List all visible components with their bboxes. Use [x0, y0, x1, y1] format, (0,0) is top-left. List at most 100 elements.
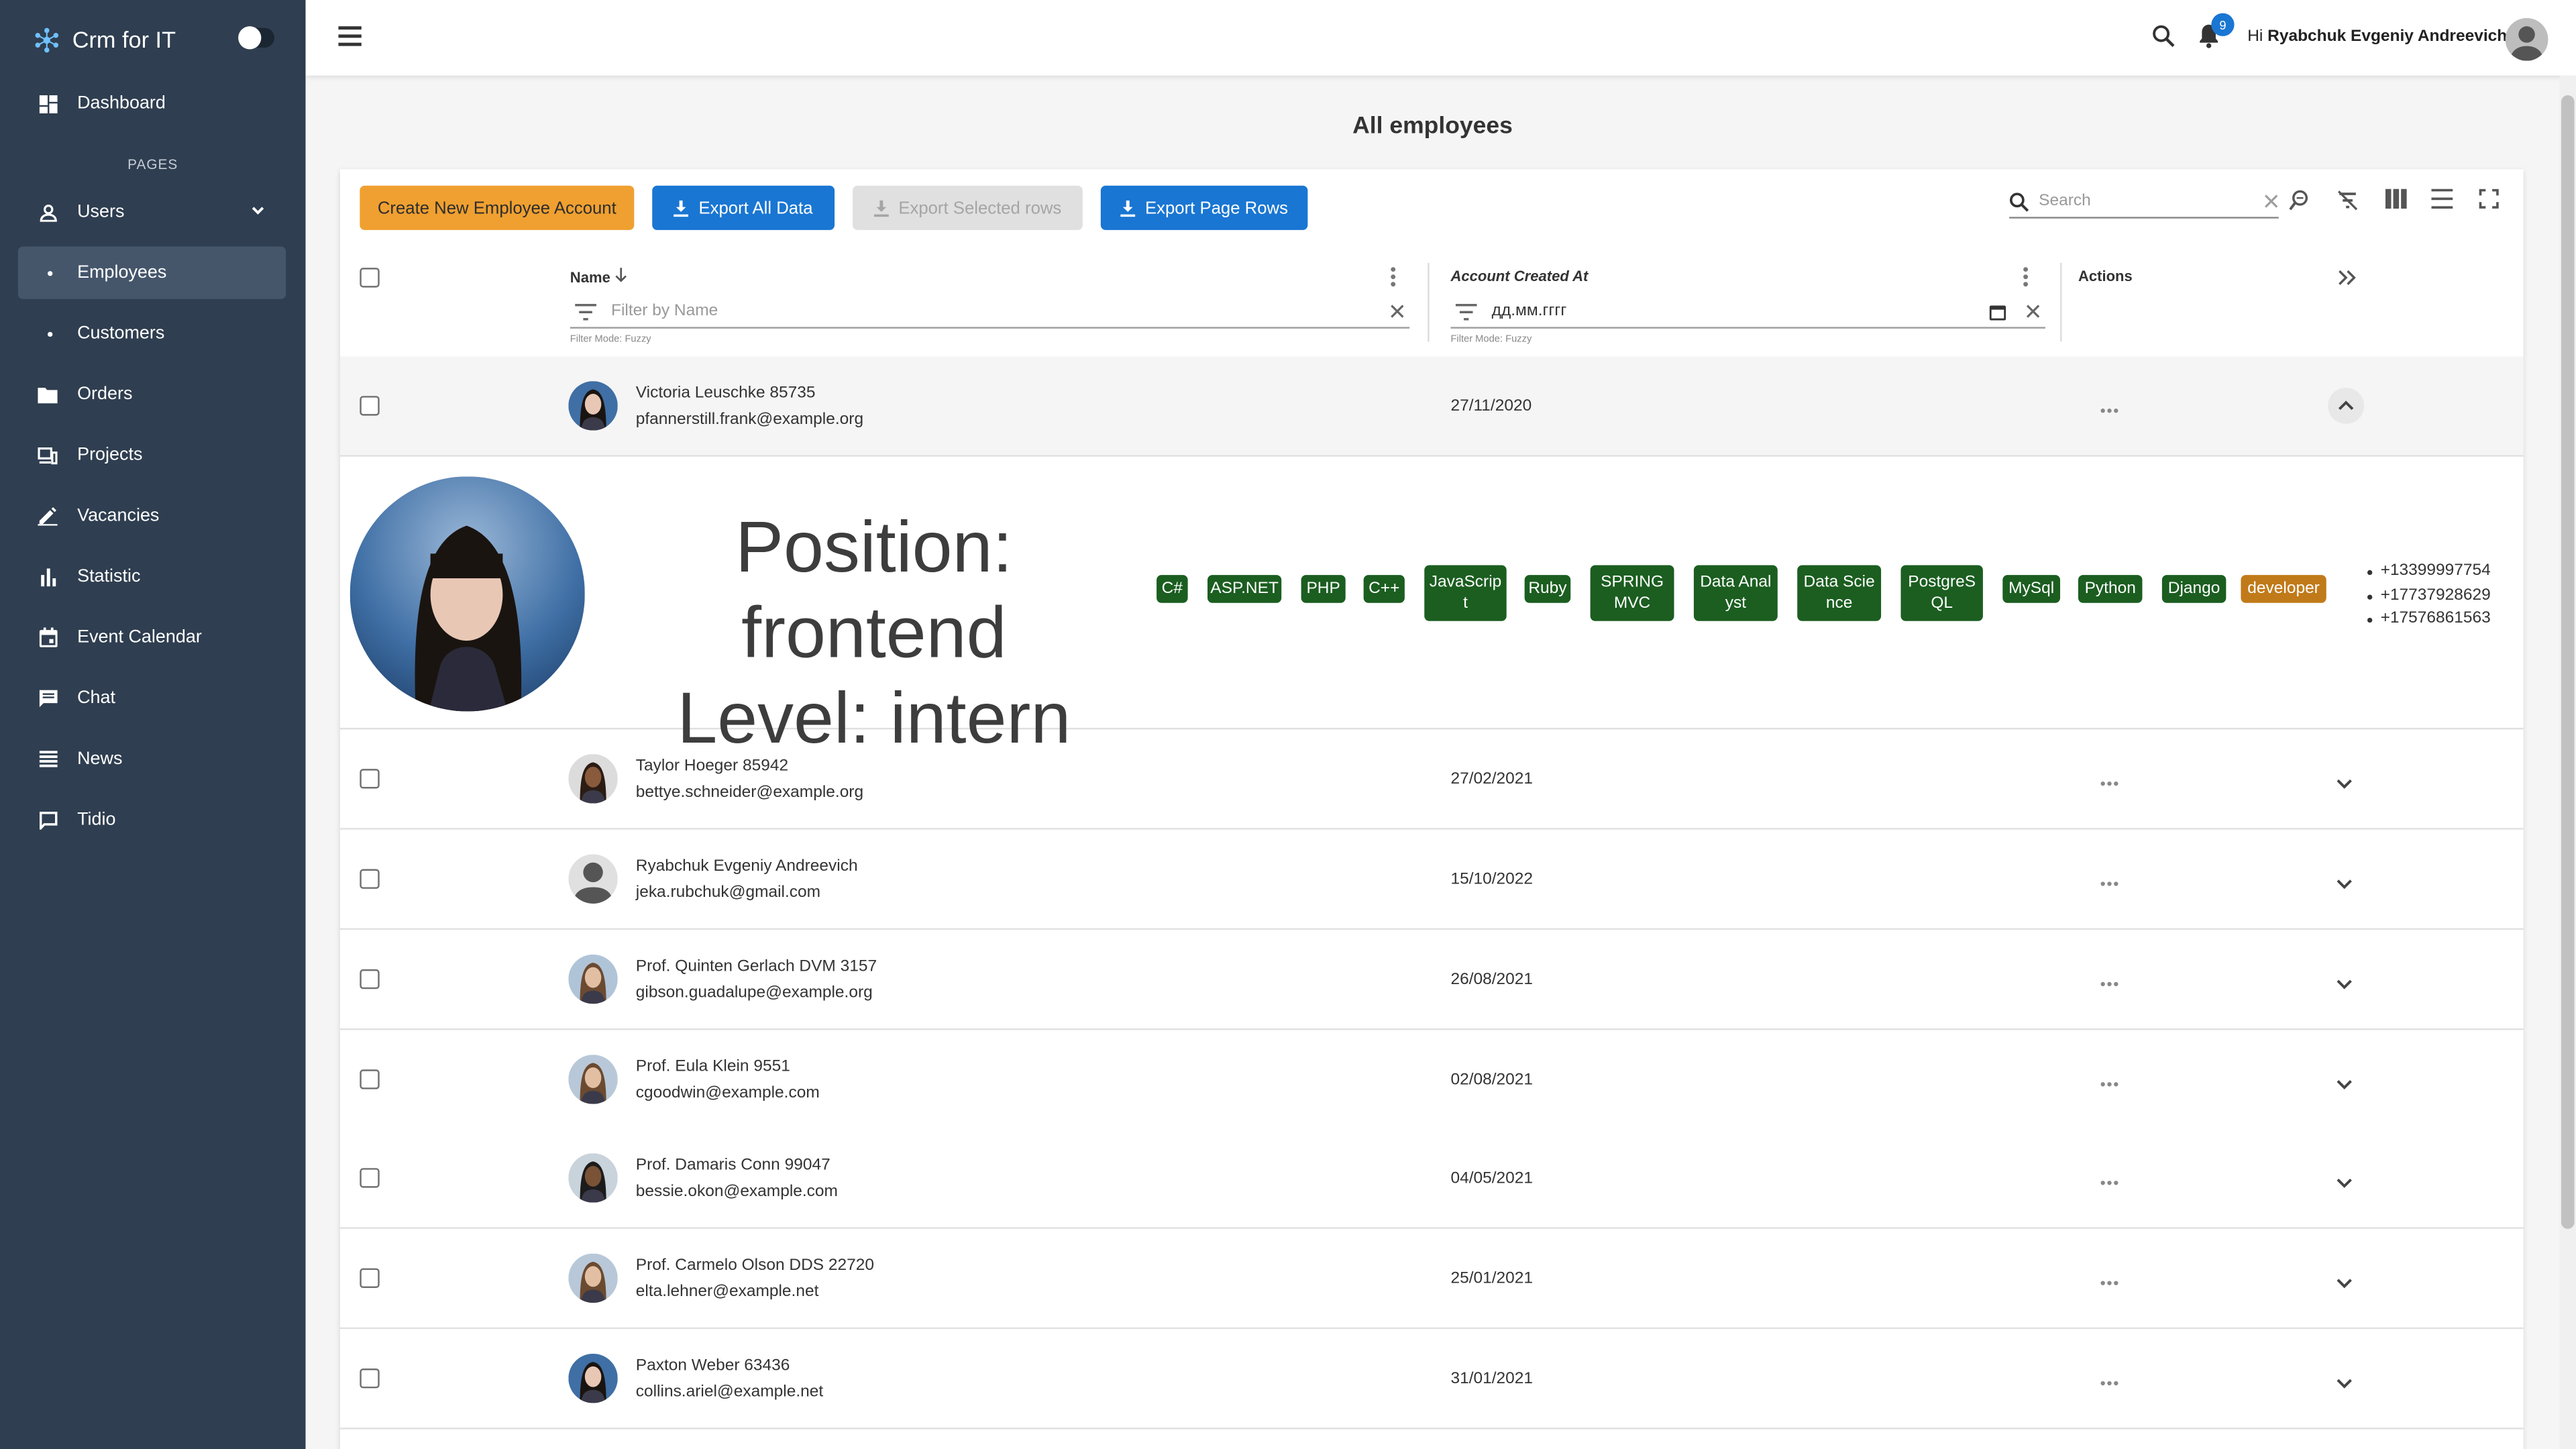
sidebar-item-label: Dashboard	[77, 93, 166, 113]
sidebar-item-users[interactable]: Users	[18, 186, 286, 238]
tidio-icon	[38, 810, 57, 829]
sidebar-item-vacancies[interactable]: Vacancies	[18, 490, 286, 542]
clear-filter-icon[interactable]	[2026, 304, 2041, 319]
employee-email: bessie.okon@example.com	[635, 1183, 838, 1201]
fullscreen-icon[interactable]	[2479, 189, 2499, 209]
skill-tag: JavaScrip t	[1424, 565, 1507, 621]
chevron-down-icon[interactable]	[2336, 1168, 2352, 1197]
brand-name: Crm for IT	[72, 26, 176, 53]
avatar-placeholder-icon	[2505, 17, 2548, 61]
search-icon[interactable]	[2152, 25, 2175, 48]
sidebar-item-dashboard[interactable]: Dashboard	[18, 77, 286, 129]
table-row[interactable]: Paxton Weber 63436 collins.ariel@example…	[339, 1329, 2524, 1430]
chevron-up-icon[interactable]	[2328, 387, 2365, 424]
scrollbar-thumb[interactable]	[2561, 95, 2575, 1229]
sidebar-item-statistic[interactable]: Statistic	[18, 550, 286, 602]
row-checkbox[interactable]	[360, 1168, 380, 1188]
column-menu-icon[interactable]	[2023, 266, 2029, 288]
brand[interactable]: Crm for IT	[33, 21, 176, 58]
row-checkbox[interactable]	[360, 769, 380, 789]
user-greeting[interactable]: Hi Ryabchuk Evgeniy Andreevich	[2247, 28, 2507, 46]
skill-tag: MySql	[2002, 575, 2061, 603]
employee-avatar	[568, 1055, 618, 1104]
row-checkbox[interactable]	[360, 1368, 380, 1389]
row-actions-menu-icon[interactable]	[2100, 1168, 2119, 1191]
row-actions-menu-icon[interactable]	[2100, 769, 2119, 792]
name-filter[interactable]: Filter by Name	[570, 296, 1410, 329]
sidebar-item-event-calendar[interactable]: Event Calendar	[18, 611, 286, 663]
create-employee-button[interactable]: Create New Employee Account	[360, 185, 635, 230]
row-checkbox[interactable]	[360, 869, 380, 889]
row-actions-menu-icon[interactable]	[2100, 969, 2119, 992]
export-page-button[interactable]: Export Page Rows	[1100, 185, 1308, 230]
calendar-icon[interactable]	[1989, 303, 2006, 320]
chat-icon	[38, 688, 57, 708]
sidebar-item-tidio[interactable]: Tidio	[18, 794, 286, 846]
search-input[interactable]: Search	[2039, 193, 2264, 211]
chevron-down-icon[interactable]	[2336, 1269, 2352, 1298]
date-filter-input[interactable]: дд.мм.гггг	[1492, 303, 1990, 321]
clear-icon[interactable]	[2264, 194, 2279, 209]
table-row[interactable]: Prof. Carmelo Olson DDS 22720 elta.lehne…	[339, 1228, 2524, 1330]
date-filter[interactable]: дд.мм.гггг	[1450, 296, 2045, 329]
column-divider[interactable]	[1428, 262, 1430, 342]
row-checkbox[interactable]	[360, 396, 380, 416]
column-header-created[interactable]: Account Created At	[1450, 268, 1588, 284]
table-row[interactable]: Prof. Eula Klein 9551 cgoodwin@example.c…	[339, 1030, 2524, 1130]
column-menu-icon[interactable]	[1390, 266, 1397, 288]
table-row[interactable]: Ryabchuk Evgeniy Andreevich jeka.rubchuk…	[339, 829, 2524, 930]
row-checkbox[interactable]	[360, 1069, 380, 1089]
select-all-checkbox[interactable]	[360, 268, 380, 288]
account-created-date: 31/01/2021	[1450, 1370, 1534, 1389]
chevron-down-icon[interactable]	[2336, 769, 2352, 798]
greeting-prefix: Hi	[2247, 28, 2263, 46]
table-row[interactable]: Victoria Leuschke 85735 pfannerstill.fra…	[339, 356, 2524, 457]
chevron-down-icon[interactable]	[2336, 969, 2352, 999]
row-actions-menu-icon[interactable]	[2100, 1069, 2119, 1092]
news-icon	[38, 749, 57, 769]
chevron-down-icon[interactable]	[2336, 1069, 2352, 1099]
sidebar-item-chat[interactable]: Chat	[18, 672, 286, 724]
sidebar-item-projects[interactable]: Projects	[18, 429, 286, 481]
export-all-button[interactable]: Export All Data	[652, 185, 835, 230]
page-scrollbar[interactable]	[2559, 75, 2576, 1449]
sidebar-item-label: News	[77, 749, 123, 769]
sidebar-item-employees[interactable]: Employees	[17, 246, 286, 299]
column-divider[interactable]	[2060, 262, 2062, 342]
user-avatar[interactable]	[2505, 17, 2548, 61]
clear-filter-icon[interactable]	[1390, 304, 1405, 319]
row-actions-menu-icon[interactable]	[2100, 396, 2119, 419]
double-chevron-right-icon[interactable]	[2338, 270, 2356, 286]
columns-icon[interactable]	[2385, 189, 2407, 209]
name-filter-input[interactable]: Filter by Name	[611, 303, 1390, 321]
account-created-date: 27/11/2020	[1450, 397, 1532, 416]
export-selected-button[interactable]: Export Selected rows	[853, 185, 1083, 230]
table-search[interactable]: Search	[2009, 186, 2279, 219]
sidebar-item-label: Statistic	[77, 566, 141, 587]
sidebar-item-label: Customers	[77, 323, 165, 343]
chevron-down-icon[interactable]	[2336, 869, 2352, 899]
row-actions-menu-icon[interactable]	[2100, 869, 2119, 892]
filter-off-icon[interactable]	[2336, 189, 2359, 212]
chevron-down-icon[interactable]	[2336, 1368, 2352, 1398]
sort-arrow-down-icon[interactable]	[614, 268, 628, 282]
menu-icon[interactable]	[338, 26, 362, 46]
density-icon[interactable]	[2431, 189, 2453, 209]
table-row[interactable]: Prof. Quinten Gerlach DVM 3157 gibson.gu…	[339, 930, 2524, 1030]
row-checkbox[interactable]	[360, 1268, 380, 1289]
sidebar-item-news[interactable]: News	[18, 733, 286, 785]
sidebar-item-orders[interactable]: Orders	[18, 368, 286, 421]
skill-tag: Data Anal yst	[1693, 565, 1778, 621]
column-header-name[interactable]: Name	[570, 268, 628, 286]
search-toggle-icon[interactable]	[2288, 189, 2311, 212]
skill-tag: Django	[2161, 575, 2226, 603]
chevron-down-icon[interactable]	[250, 202, 266, 218]
folder-icon	[38, 384, 58, 404]
row-checkbox[interactable]	[360, 969, 380, 989]
theme-toggle[interactable]	[238, 26, 274, 50]
table-row[interactable]: Prof. Damaris Conn 99047 bessie.okon@exa…	[339, 1128, 2524, 1229]
row-actions-menu-icon[interactable]	[2100, 1269, 2119, 1291]
sidebar-item-customers[interactable]: Customers	[18, 307, 286, 360]
row-actions-menu-icon[interactable]	[2100, 1368, 2119, 1391]
employee-avatar	[568, 381, 618, 431]
